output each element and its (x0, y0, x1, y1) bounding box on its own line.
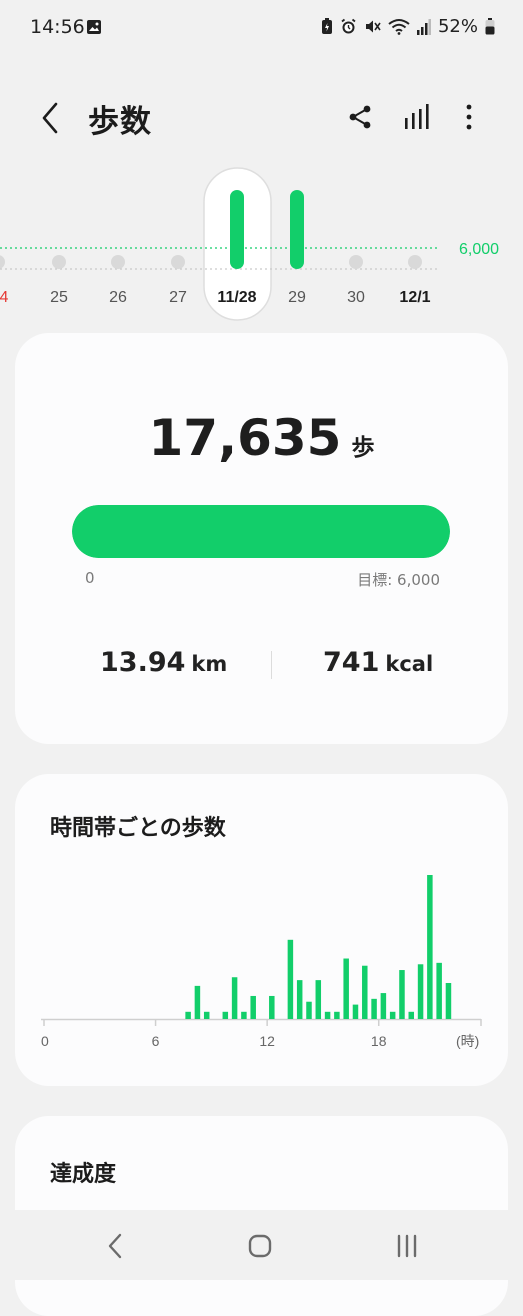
status-time: 14:56 (30, 16, 85, 38)
calories-unit: kcal (385, 652, 434, 676)
calories-metric: 741 kcal (323, 647, 433, 678)
metric-divider (271, 651, 272, 679)
alarm-icon (340, 18, 357, 35)
wifi-icon (388, 18, 410, 35)
hourly-steps-chart[interactable]: 0 6 12 18 (時) (15, 774, 508, 1086)
x-tick-label: 12 (259, 1033, 275, 1049)
day-dot[interactable] (52, 255, 66, 269)
hour-bar (362, 965, 368, 1019)
nav-back-icon[interactable] (97, 1228, 133, 1264)
battery-saver-icon (321, 18, 333, 35)
summary-card: 17,635 歩 0 目標: 6,000 13.94 km 741 kcal (15, 333, 508, 744)
day-dot[interactable] (111, 255, 125, 269)
day-dot[interactable] (0, 255, 5, 269)
hour-bar (241, 1011, 247, 1019)
daily-steps-strip-chart[interactable]: 6,000 4 25 26 27 11/28 29 30 12/1 (0, 165, 523, 325)
back-arrow-icon[interactable] (34, 98, 68, 138)
more-vert-icon[interactable] (452, 100, 486, 134)
hour-bar (315, 980, 322, 1019)
achievement-title: 達成度 (50, 1162, 117, 1187)
day-label[interactable]: 25 (50, 289, 68, 306)
hour-bar (408, 1011, 415, 1019)
goal-progress-fill (72, 505, 450, 558)
system-nav-bar (0, 1210, 523, 1280)
day-bar-11-28[interactable] (230, 190, 244, 269)
hour-bar (185, 1011, 191, 1019)
hour-bar (352, 1004, 359, 1019)
steps-unit: 歩 (351, 435, 375, 461)
calories-value: 741 (323, 647, 380, 678)
hour-bar (306, 1001, 312, 1019)
hour-bar (399, 970, 405, 1019)
hour-bar (371, 998, 377, 1019)
goal-label: 6,000 (459, 241, 499, 258)
day-label[interactable]: 26 (109, 289, 127, 306)
day-label[interactable]: 4 (0, 289, 9, 306)
day-label[interactable]: 30 (347, 289, 365, 306)
day-label[interactable]: 12/1 (399, 289, 430, 306)
day-dot[interactable] (408, 255, 422, 269)
hour-bar (417, 964, 424, 1019)
hour-bar (436, 962, 442, 1019)
hour-bar (287, 939, 294, 1019)
goal-progress-bar (72, 505, 450, 558)
x-tick-label: 6 (152, 1033, 160, 1049)
hour-bar (296, 980, 303, 1019)
x-axis-unit-label: (時) (456, 1033, 479, 1049)
signal-icon (416, 18, 431, 35)
day-bar-29[interactable] (290, 190, 304, 269)
battery-icon (485, 18, 495, 35)
daily-steps-strip[interactable]: 6,000 4 25 26 27 11/28 29 30 12/1 (0, 165, 523, 325)
distance-value: 13.94 (100, 647, 186, 678)
hour-bar (334, 1011, 340, 1019)
hour-bar (380, 993, 387, 1019)
x-tick-label: 18 (371, 1033, 387, 1049)
day-dot[interactable] (171, 255, 185, 269)
progress-min-label: 0 (85, 569, 95, 587)
steps-number: 17,635 (148, 409, 342, 467)
bar-chart-icon[interactable] (400, 100, 434, 134)
app-header: 歩数 (0, 80, 523, 156)
image-icon (86, 19, 102, 35)
progress-goal-label: 目標: 6,000 (357, 571, 440, 589)
nav-home-icon[interactable] (242, 1228, 278, 1264)
day-label[interactable]: 29 (288, 289, 306, 306)
distance-metric: 13.94 km (100, 647, 227, 678)
hour-bar (194, 985, 201, 1019)
share-icon[interactable] (343, 100, 377, 134)
day-label[interactable]: 11/28 (217, 289, 256, 306)
hour-bar (324, 1011, 331, 1019)
hour-bar (269, 995, 275, 1019)
page-title: 歩数 (88, 104, 152, 140)
mute-icon (364, 18, 381, 35)
hourly-steps-card[interactable]: 時間帯ごとの歩数 0 6 12 18 (時) (15, 774, 508, 1086)
battery-percent: 52% (437, 16, 478, 37)
hour-bar (222, 1011, 229, 1019)
hour-bar (427, 875, 433, 1019)
hour-bar (343, 958, 349, 1019)
hour-bar (231, 977, 238, 1019)
hour-bar (203, 1011, 210, 1019)
hour-bar (389, 1011, 396, 1019)
day-label[interactable]: 27 (169, 289, 187, 306)
distance-unit: km (191, 652, 228, 676)
nav-recents-icon[interactable] (389, 1228, 425, 1264)
hour-bar (445, 983, 452, 1019)
status-bar: 14:56 52% (0, 0, 523, 56)
day-dot[interactable] (349, 255, 363, 269)
x-tick-label: 0 (41, 1033, 49, 1049)
hour-bar (250, 995, 256, 1019)
steps-total: 17,635 歩 (15, 409, 508, 467)
